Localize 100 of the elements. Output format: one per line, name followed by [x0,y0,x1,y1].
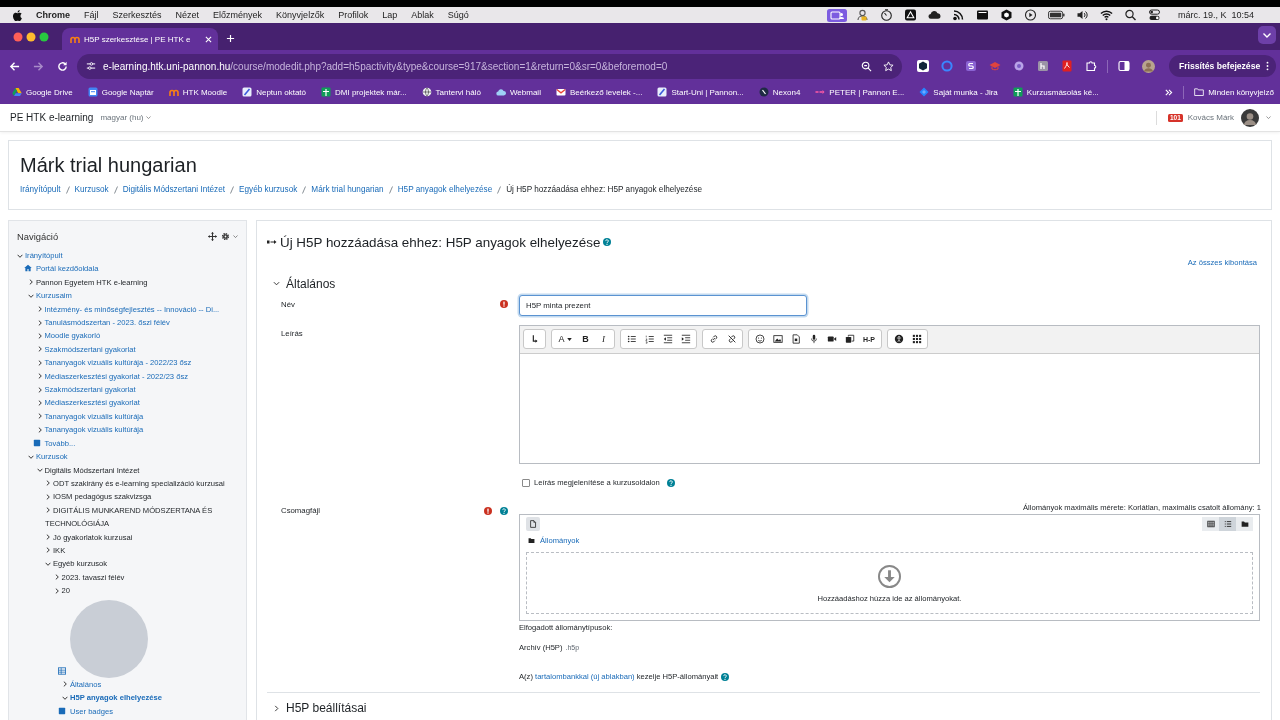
help-icon[interactable] [603,238,612,246]
menu-item[interactable]: Nézet [175,10,200,20]
bookmark[interactable]: DMI projektek már... [321,87,407,97]
cloud-icon [495,87,506,97]
view-toggle[interactable] [1202,517,1219,531]
user-lock-icon[interactable] [855,9,869,21]
section-header[interactable]: Általános [273,275,336,292]
broadcast-icon[interactable] [951,9,965,21]
update-button[interactable]: Frissítés befejezése [1169,55,1277,77]
presenter-icon[interactable] [826,8,847,22]
user-name[interactable]: Kovács Márk [1187,113,1234,122]
browser-tab[interactable]: H5P szerkesztése | PE HTK e [62,28,218,50]
checkbox[interactable] [522,478,530,487]
copy-icon [844,334,855,344]
breadcrumb-link[interactable]: Egyéb kurzusok [239,185,298,194]
chevron-down-icon[interactable] [1266,115,1271,120]
apple-logo-icon[interactable] [13,9,22,21]
section-header[interactable]: H5P beállításai [273,700,367,716]
caret-icon [566,337,572,341]
wifi-icon[interactable] [1099,9,1113,21]
menu-item[interactable]: Előzmények [213,10,263,20]
site-settings-icon[interactable] [86,61,96,71]
menu-item[interactable]: Chrome [36,10,70,20]
toggles-icon[interactable] [1147,9,1161,21]
chevron-down-icon[interactable] [1258,26,1276,44]
pdf-document-icon[interactable] [1061,60,1073,72]
bookmark[interactable]: PETER | Pannon E... [815,87,905,97]
side-panel-icon[interactable] [1118,60,1130,72]
hexagon-icon[interactable] [999,9,1013,21]
back-icon[interactable] [9,60,20,72]
breadcrumb-link[interactable]: Digitális Módszertani Intézet [122,185,226,194]
bookmark[interactable]: Kurzusmásolás ké... [1012,87,1099,97]
language-menu[interactable]: magyar (hu) [100,113,151,122]
bookmark[interactable]: Neptun oktató [242,87,306,97]
triangle-square-icon[interactable] [903,9,917,21]
zoom-icon[interactable] [861,60,872,72]
breadcrumb-link[interactable]: Márk trial hungarian [311,185,384,194]
bookmark[interactable]: Beérkező levelek -... [555,87,643,97]
bookmark[interactable]: Tantervi háló [421,87,481,97]
breadcrumb-link[interactable]: Irányítópult [20,185,61,194]
menu-item[interactable]: Ablak [411,10,434,20]
menu-item[interactable]: Profilok [338,10,369,20]
search-icon[interactable] [1123,9,1137,21]
menu-item[interactable]: Fájl [84,10,99,20]
bookmark[interactable]: Webmail [495,87,541,97]
close-icon[interactable] [205,35,212,43]
site-name[interactable]: PE HTK e-learning [10,112,94,123]
view-toggle[interactable] [1219,517,1236,531]
bookmark[interactable]: Google Naptár [87,87,154,97]
square-logo-icon[interactable] [1037,60,1049,72]
reload-icon[interactable] [57,60,68,72]
move-icon[interactable] [208,231,217,241]
menu-item[interactable]: Könyvjelzők [276,10,325,20]
bookmark[interactable]: Start-Uni | Pannon... [657,87,744,97]
breadcrumb-link[interactable]: Kurzusok [74,185,109,194]
bookmark[interactable]: Saját munka - Jira [919,87,998,97]
star-icon[interactable] [883,60,894,72]
volume-icon[interactable] [1075,9,1089,21]
play-icon[interactable] [1023,9,1037,21]
bookmark[interactable]: Nexon4 [758,87,801,97]
square-logo-icon [657,87,668,97]
chevron-double-icon[interactable] [1164,87,1174,97]
triangle-logo-icon [12,87,22,97]
add-file-button[interactable] [526,517,540,531]
ring-icon[interactable] [941,60,953,72]
window-controls-icon[interactable] [13,32,49,42]
window-icon[interactable] [975,9,989,21]
table-icon[interactable] [58,666,66,675]
address-bar[interactable]: e-learning.htk.uni-pannon.hu/course/modedit.php?add=h5pactivity&type&course=917&section=1&return=0&sr=0&beforemod=0 [77,53,902,79]
cloud-icon[interactable] [927,9,941,21]
menu-item[interactable]: Szerkesztés [112,10,162,20]
view-toggle[interactable] [1236,517,1253,531]
square-logo-icon[interactable] [965,60,977,72]
menu-item[interactable]: Lap [382,10,398,20]
grid-icon [1206,520,1215,528]
bookmark[interactable]: HTK Moodle [168,87,228,97]
help-icon[interactable] [721,672,730,681]
settings-icon[interactable] [221,231,230,241]
chevron-down-icon[interactable] [233,233,238,239]
help-icon[interactable] [666,478,675,487]
clock[interactable]: márc. 19., K 10:54 [1177,10,1254,20]
spreadsheet-icon [1012,87,1023,97]
breadcrumb-link[interactable]: H5P anyagok elhelyezése [397,185,493,194]
hexagon-icon[interactable] [917,60,929,72]
folder-icon [1240,520,1249,528]
all-bookmarks[interactable]: Minden könyvjelző [1194,87,1274,97]
microphone-icon [808,334,819,344]
circle-logo-icon[interactable] [1013,60,1025,72]
file-icon [529,520,537,528]
help-icon[interactable] [500,506,508,515]
battery-icon[interactable] [1047,10,1065,20]
arch-logo-icon [70,34,80,44]
menu-item[interactable]: Súgó [447,10,469,20]
folder-icon [1194,87,1205,97]
new-tab-icon[interactable] [226,34,235,43]
extensions-icon[interactable] [1085,60,1097,72]
bookmark[interactable]: Google Drive [12,87,73,97]
spreadsheet-icon [321,87,331,97]
timer-icon[interactable] [879,9,893,21]
avatar-icon[interactable] [1241,108,1259,127]
